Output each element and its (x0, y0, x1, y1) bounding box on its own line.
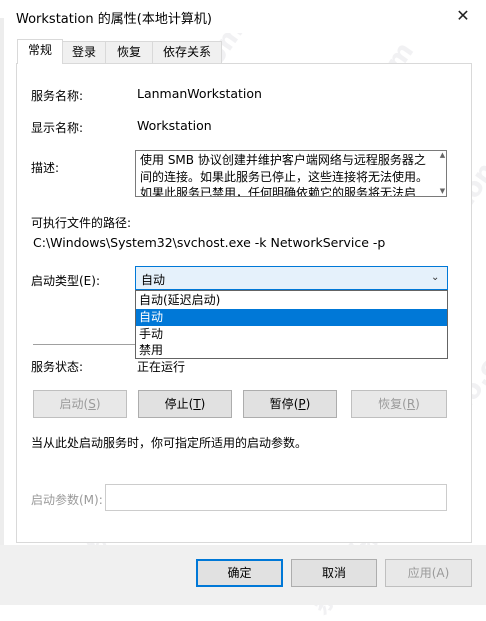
tab-label: 恢复 (116, 45, 141, 59)
start-button-key: S (88, 397, 96, 411)
resume-button-label: 恢复 (378, 397, 403, 411)
tab-label: 常规 (27, 43, 52, 57)
separator (33, 344, 135, 345)
startup-option-disabled[interactable]: 禁用 (136, 342, 447, 359)
close-icon: ✕ (456, 6, 470, 25)
startup-option-manual[interactable]: 手动 (136, 326, 447, 343)
scroll-down-arrow-icon[interactable]: ▼ (438, 187, 446, 196)
ok-button[interactable]: 确定 (196, 559, 283, 587)
description-label: 描述: (31, 161, 60, 175)
exe-path-label: 可执行文件的路径: (31, 216, 132, 230)
close-button[interactable]: ✕ (446, 2, 480, 30)
startup-option-auto[interactable]: 自动 (136, 309, 447, 326)
service-status-value: 正在运行 (137, 360, 186, 374)
description-text: 使用 SMB 协议创建并维护客户端网络与远程服务器之间的连接。如果此服务已停止，… (140, 153, 429, 197)
start-params-input[interactable] (105, 484, 447, 511)
stop-button-label: 停止 (164, 397, 189, 411)
startup-type-dropdown: 自动(延迟启动) 自动 手动 禁用 (135, 290, 448, 359)
tab-label: 登录 (71, 45, 96, 59)
description-textbox[interactable]: 使用 SMB 协议创建并维护客户端网络与远程服务器之间的连接。如果此服务已停止，… (135, 150, 447, 197)
start-button[interactable]: 启动(S) (33, 390, 127, 418)
scroll-up-arrow-icon[interactable]: ▲ (438, 151, 446, 160)
stop-button[interactable]: 停止(T) (138, 390, 232, 418)
window-title: Workstation 的属性(本地计算机) (16, 12, 212, 27)
tab-general[interactable]: 常规 (17, 39, 63, 64)
pause-button[interactable]: 暂停(P) (243, 390, 337, 418)
pause-button-label: 暂停 (269, 397, 294, 411)
tab-logon[interactable]: 登录 (62, 41, 106, 63)
start-button-label: 启动 (59, 397, 84, 411)
chevron-down-icon: ⌄ (431, 272, 440, 283)
cancel-button[interactable]: 取消 (291, 559, 377, 587)
startup-type-select[interactable]: 自动 ⌄ (135, 266, 448, 290)
stop-button-key: T (193, 397, 201, 411)
tab-label: 依存关系 (162, 45, 211, 59)
startup-option-auto-delayed[interactable]: 自动(延迟启动) (136, 292, 447, 309)
resume-button[interactable]: 恢复(R) (351, 390, 447, 418)
display-name-value: Workstation (137, 118, 212, 133)
tab-recovery[interactable]: 恢复 (105, 41, 153, 63)
exe-path-value: C:\Windows\System32\svchost.exe -k Netwo… (33, 235, 386, 250)
background-window-edge (0, 18, 4, 605)
start-hint-text: 当从此处启动服务时，你可指定所适用的启动参数。 (31, 436, 308, 450)
pause-button-key: P (298, 397, 306, 411)
service-name-label: 服务名称: (31, 89, 84, 103)
service-name-value: LanmanWorkstation (137, 86, 262, 101)
display-name-label: 显示名称: (31, 121, 84, 135)
resume-button-key: R (406, 397, 416, 411)
startup-type-label: 启动类型(E): (31, 274, 100, 288)
title-bar: Workstation 的属性(本地计算机) ✕ (0, 0, 486, 33)
startup-type-current: 自动 (141, 273, 166, 287)
apply-button[interactable]: 应用(A) (385, 559, 472, 587)
service-status-label: 服务状态: (31, 360, 84, 374)
start-params-label: 启动参数(M): (31, 493, 103, 507)
tab-dependencies[interactable]: 依存关系 (152, 41, 222, 63)
